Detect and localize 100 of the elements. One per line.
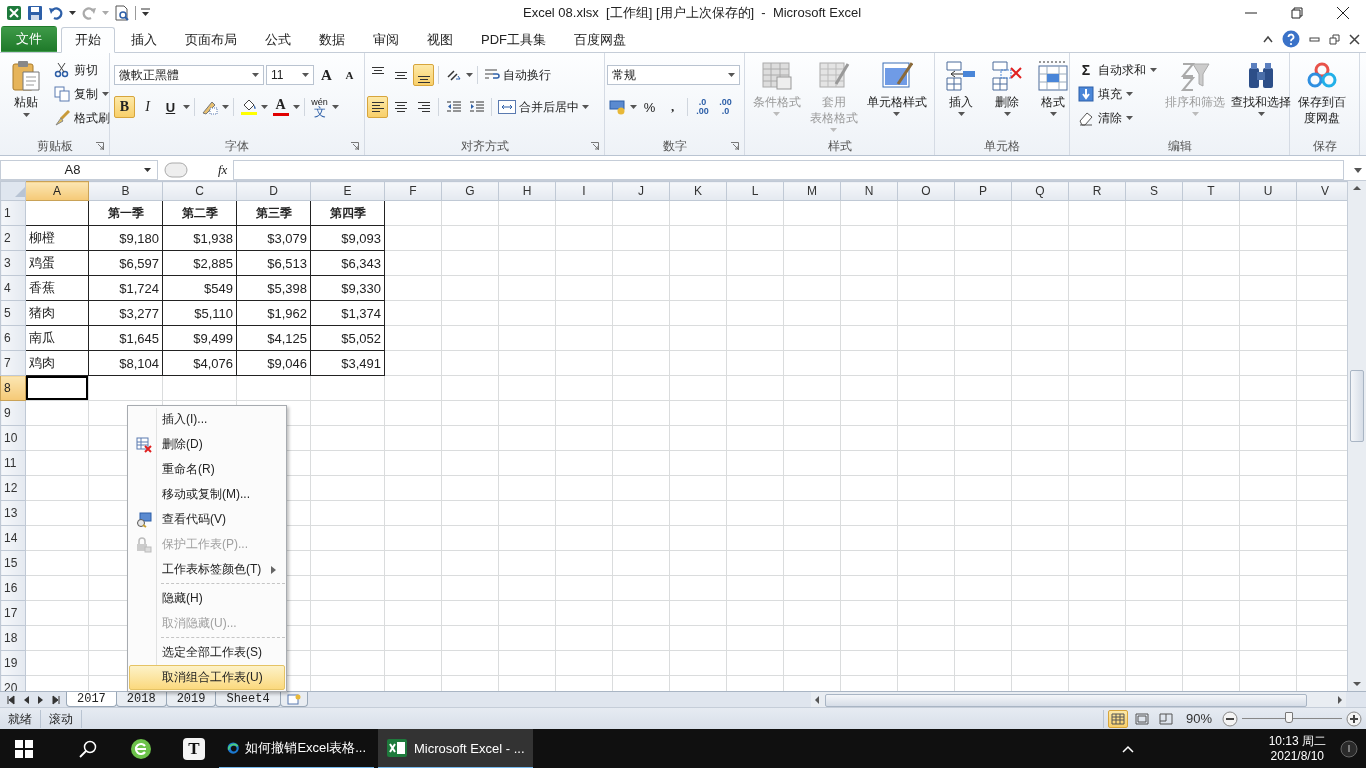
caret-icon[interactable]: [69, 10, 76, 15]
format-painter-button[interactable]: 格式刷: [50, 107, 114, 129]
caret-icon[interactable]: [183, 105, 190, 109]
file-tab[interactable]: 文件: [1, 26, 57, 52]
row-header[interactable]: 14: [0, 525, 26, 551]
menu-item[interactable]: 移动或复制(M)...: [129, 482, 285, 507]
row-header[interactable]: 12: [0, 475, 26, 501]
column-header[interactable]: F: [384, 181, 442, 201]
taskbar-app[interactable]: 如何撤销Excel表格...: [219, 729, 374, 768]
row-header[interactable]: 11: [0, 450, 26, 476]
font-size-field[interactable]: 11: [266, 65, 314, 85]
phonetic-button[interactable]: wén 文: [309, 96, 330, 118]
ribbon-tab[interactable]: 数据: [307, 27, 357, 53]
column-header[interactable]: C: [162, 181, 237, 201]
fill-button[interactable]: 填充: [1074, 83, 1161, 105]
paste-button[interactable]: 粘贴: [4, 57, 48, 120]
clear-button[interactable]: 清除: [1074, 107, 1161, 129]
sheet-tab[interactable]: 2017: [66, 692, 117, 707]
restore-icon[interactable]: [1329, 33, 1340, 45]
row-header[interactable]: 10: [0, 425, 26, 451]
caret-icon[interactable]: [293, 105, 300, 109]
launcher-icon[interactable]: [591, 142, 599, 150]
number-format-field[interactable]: 常规: [607, 65, 740, 85]
zoom-in-icon[interactable]: [1346, 710, 1362, 727]
ribbon-tab[interactable]: 视图: [415, 27, 465, 53]
selected-cell[interactable]: [25, 375, 89, 401]
font-name-field[interactable]: 微軟正黑體: [114, 65, 264, 85]
row-header[interactable]: 15: [0, 550, 26, 576]
font-color-button[interactable]: A: [270, 96, 291, 118]
ribbon-tab[interactable]: 开始: [61, 27, 115, 53]
save-to-cloud-button[interactable]: 保存到百 度网盘: [1294, 57, 1350, 129]
scrollbar-thumb[interactable]: [825, 693, 1307, 707]
italic-button[interactable]: I: [137, 96, 158, 118]
column-header[interactable]: I: [555, 181, 613, 201]
row-header[interactable]: 5: [0, 300, 26, 326]
zoom-slider-thumb[interactable]: [1285, 712, 1293, 723]
menu-item[interactable]: 查看代码(V): [129, 507, 285, 532]
increase-decimal-button[interactable]: .0 .00: [692, 96, 713, 118]
column-header[interactable]: E: [310, 181, 385, 201]
ribbon-tab[interactable]: 审阅: [361, 27, 411, 53]
column-header[interactable]: D: [236, 181, 311, 201]
menu-item[interactable]: 删除(D): [129, 432, 285, 457]
sheet-tab[interactable]: 2019: [165, 692, 217, 707]
formula-input[interactable]: [233, 159, 1344, 180]
sheet-tab[interactable]: Sheet4: [215, 692, 281, 707]
column-header[interactable]: V: [1296, 181, 1347, 201]
column-header[interactable]: Q: [1011, 181, 1069, 201]
customize-icon[interactable]: [141, 8, 150, 17]
grow-font-button[interactable]: A: [316, 64, 337, 86]
help-icon[interactable]: [1282, 30, 1300, 48]
row-header[interactable]: 7: [0, 350, 26, 376]
bottom-align-button[interactable]: [413, 64, 434, 86]
launcher-icon[interactable]: [96, 142, 104, 150]
column-header[interactable]: K: [669, 181, 727, 201]
zoom-out-icon[interactable]: [1222, 710, 1238, 727]
notification-icon[interactable]: [1340, 740, 1358, 758]
first-sheet-icon[interactable]: [6, 694, 16, 705]
row-header[interactable]: 4: [0, 275, 26, 301]
menu-item[interactable]: 取消组合工作表(U): [129, 665, 285, 690]
menu-item[interactable]: 选定全部工作表(S): [129, 640, 285, 665]
column-header[interactable]: S: [1125, 181, 1183, 201]
merge-center-button[interactable]: 合并后居中: [496, 96, 591, 118]
row-header[interactable]: 18: [0, 625, 26, 651]
caret-icon[interactable]: [261, 105, 268, 109]
column-header[interactable]: M: [783, 181, 841, 201]
ribbon-tab[interactable]: 公式: [253, 27, 303, 53]
scrollbar-thumb[interactable]: [1350, 370, 1364, 442]
ribbon-tab[interactable]: PDF工具集: [469, 27, 558, 53]
row-header[interactable]: 13: [0, 500, 26, 526]
row-header[interactable]: 1: [0, 200, 26, 226]
ribbon-tab[interactable]: 页面布局: [173, 27, 249, 53]
column-header[interactable]: T: [1182, 181, 1240, 201]
menu-item[interactable]: 隐藏(H): [129, 586, 285, 611]
vertical-scrollbar[interactable]: [1347, 181, 1366, 691]
align-left-button[interactable]: [367, 96, 388, 118]
close-icon[interactable]: [1349, 33, 1360, 45]
ribbon-tab[interactable]: 插入: [119, 27, 169, 53]
column-header[interactable]: A: [25, 181, 89, 201]
delete-button[interactable]: 删除: [985, 57, 1029, 119]
launcher-icon[interactable]: [351, 142, 359, 150]
column-header[interactable]: O: [897, 181, 955, 201]
chevron-up-icon[interactable]: [1120, 744, 1135, 754]
menu-item[interactable]: 重命名(R): [129, 457, 285, 482]
row-header[interactable]: 16: [0, 575, 26, 601]
save-icon[interactable]: [27, 4, 43, 21]
last-sheet-icon[interactable]: [51, 694, 61, 705]
splitter-handle-icon[interactable]: [164, 160, 188, 179]
zoom-level[interactable]: 90%: [1180, 711, 1218, 726]
column-header[interactable]: N: [840, 181, 898, 201]
shrink-font-button[interactable]: A: [339, 64, 360, 86]
undo-icon[interactable]: [48, 4, 64, 21]
comma-button[interactable]: ,: [662, 96, 683, 118]
row-header[interactable]: 8: [0, 375, 26, 401]
percent-button[interactable]: %: [639, 96, 660, 118]
row-header[interactable]: 9: [0, 400, 26, 426]
column-header[interactable]: L: [726, 181, 784, 201]
caret-icon[interactable]: [630, 105, 637, 109]
column-header[interactable]: B: [88, 181, 163, 201]
column-header[interactable]: U: [1239, 181, 1297, 201]
row-header[interactable]: 2: [0, 225, 26, 251]
